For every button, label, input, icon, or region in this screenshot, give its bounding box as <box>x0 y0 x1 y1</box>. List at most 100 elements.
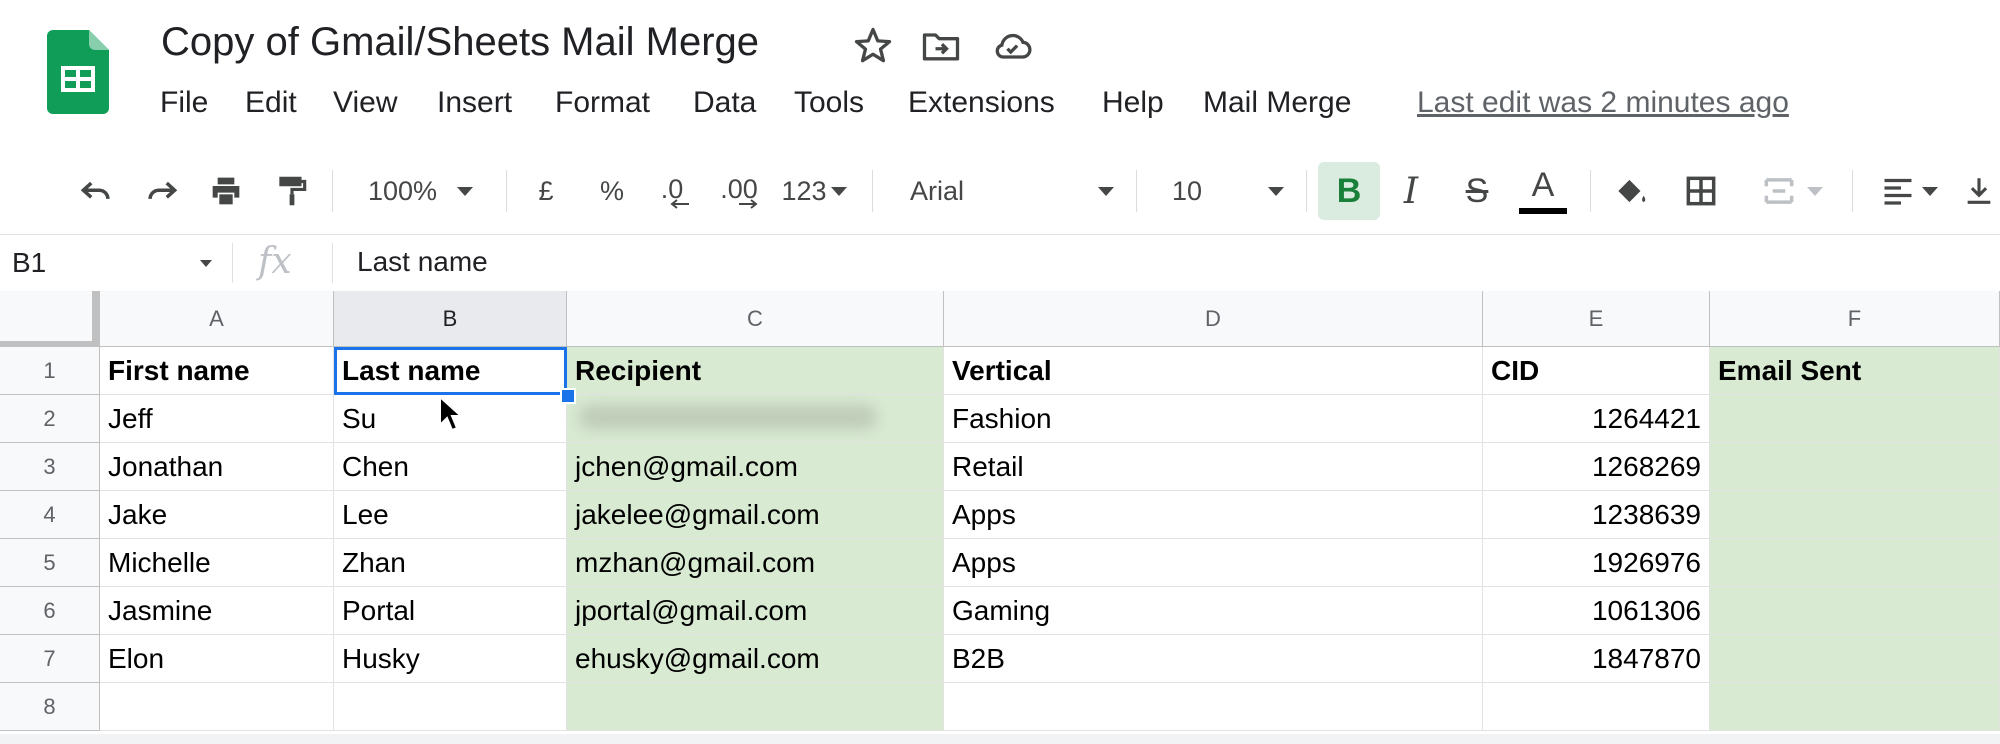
menu-mail-merge[interactable]: Mail Merge <box>1203 86 1351 120</box>
cell-c8[interactable] <box>567 683 944 731</box>
menu-file[interactable]: File <box>160 86 208 120</box>
print-button[interactable] <box>202 166 250 216</box>
cell-e7[interactable]: 1847870 <box>1483 635 1710 683</box>
strikethrough-button[interactable]: S <box>1452 166 1502 216</box>
cell-c5[interactable]: mzhan@gmail.com <box>567 539 944 587</box>
row-header-1[interactable]: 1 <box>0 347 100 395</box>
cell-a1[interactable]: First name <box>100 347 334 395</box>
column-header-a[interactable]: A <box>100 291 334 347</box>
row-header-3[interactable]: 3 <box>0 443 100 491</box>
font-size-select[interactable]: 10 <box>1152 166 1292 216</box>
cell-f4[interactable] <box>1710 491 2000 539</box>
menu-format[interactable]: Format <box>555 86 650 120</box>
cell-c3[interactable]: jchen@gmail.com <box>567 443 944 491</box>
cell-b3[interactable]: Chen <box>334 443 567 491</box>
cell-f7[interactable] <box>1710 635 2000 683</box>
menu-tools[interactable]: Tools <box>794 86 864 120</box>
cell-a4[interactable]: Jake <box>100 491 334 539</box>
fill-handle[interactable] <box>560 388 576 404</box>
column-header-b[interactable]: B <box>334 291 567 347</box>
select-all-corner[interactable] <box>0 291 100 347</box>
cell-f2[interactable] <box>1710 395 2000 443</box>
document-title[interactable]: Copy of Gmail/Sheets Mail Merge <box>161 20 759 65</box>
cell-b1[interactable]: Last name <box>334 347 567 395</box>
cell-f6[interactable] <box>1710 587 2000 635</box>
paint-format-button[interactable] <box>270 166 314 216</box>
increase-decimals-button[interactable]: .00 <box>714 166 764 216</box>
vertical-align-button[interactable] <box>1962 166 1998 216</box>
cell-b6[interactable]: Portal <box>334 587 567 635</box>
star-icon[interactable] <box>851 24 895 68</box>
cell-d1[interactable]: Vertical <box>944 347 1483 395</box>
cell-d6[interactable]: Gaming <box>944 587 1483 635</box>
column-header-c[interactable]: C <box>567 291 944 347</box>
cell-d5[interactable]: Apps <box>944 539 1483 587</box>
column-header-f[interactable]: F <box>1710 291 2000 347</box>
more-formats-button[interactable]: 123 <box>778 166 850 216</box>
zoom-select[interactable]: 100% <box>350 166 490 216</box>
formula-input[interactable]: Last name <box>357 246 488 278</box>
cell-b4[interactable]: Lee <box>334 491 567 539</box>
borders-button[interactable] <box>1676 166 1726 216</box>
cell-f3[interactable] <box>1710 443 2000 491</box>
cell-c6[interactable]: jportal@gmail.com <box>567 587 944 635</box>
row-header-2[interactable]: 2 <box>0 395 100 443</box>
cell-e4[interactable]: 1238639 <box>1483 491 1710 539</box>
merge-cells-button[interactable] <box>1746 166 1836 216</box>
cell-e8[interactable] <box>1483 683 1710 731</box>
horizontal-align-button[interactable] <box>1870 166 1948 216</box>
fill-color-button[interactable] <box>1606 166 1656 216</box>
cell-e6[interactable]: 1061306 <box>1483 587 1710 635</box>
cell-d3[interactable]: Retail <box>944 443 1483 491</box>
menu-edit[interactable]: Edit <box>245 86 297 120</box>
name-box[interactable]: B1 <box>12 247 46 279</box>
redo-button[interactable] <box>138 166 186 216</box>
row-header-5[interactable]: 5 <box>0 539 100 587</box>
row-header-7[interactable]: 7 <box>0 635 100 683</box>
cell-f5[interactable] <box>1710 539 2000 587</box>
row-header-6[interactable]: 6 <box>0 587 100 635</box>
menu-help[interactable]: Help <box>1102 86 1164 120</box>
menu-view[interactable]: View <box>333 86 397 120</box>
cell-a3[interactable]: Jonathan <box>100 443 334 491</box>
percent-format-button[interactable]: % <box>592 166 632 216</box>
sheets-logo-icon[interactable] <box>47 30 109 114</box>
chevron-down-icon[interactable] <box>200 260 212 267</box>
cell-d4[interactable]: Apps <box>944 491 1483 539</box>
column-header-d[interactable]: D <box>944 291 1483 347</box>
move-to-folder-icon[interactable] <box>919 24 963 68</box>
cell-f1[interactable]: Email Sent <box>1710 347 2000 395</box>
cell-e2[interactable]: 1264421 <box>1483 395 1710 443</box>
decrease-decimals-button[interactable]: .0 <box>650 166 694 216</box>
row-header-4[interactable]: 4 <box>0 491 100 539</box>
undo-button[interactable] <box>72 166 120 216</box>
cell-c1[interactable]: Recipient <box>567 347 944 395</box>
currency-format-button[interactable]: £ <box>526 166 566 216</box>
cell-d7[interactable]: B2B <box>944 635 1483 683</box>
cell-a7[interactable]: Elon <box>100 635 334 683</box>
cell-e1[interactable]: CID <box>1483 347 1710 395</box>
text-color-button[interactable]: A <box>1516 166 1570 216</box>
menu-insert[interactable]: Insert <box>437 86 512 120</box>
last-edit-link[interactable]: Last edit was 2 minutes ago <box>1417 86 1789 120</box>
cell-b8[interactable] <box>334 683 567 731</box>
cell-b5[interactable]: Zhan <box>334 539 567 587</box>
cell-d2[interactable]: Fashion <box>944 395 1483 443</box>
cell-c7[interactable]: ehusky@gmail.com <box>567 635 944 683</box>
font-select[interactable]: Arial <box>890 166 1122 216</box>
cell-a5[interactable]: Michelle <box>100 539 334 587</box>
cell-b7[interactable]: Husky <box>334 635 567 683</box>
menu-data[interactable]: Data <box>693 86 756 120</box>
column-header-e[interactable]: E <box>1483 291 1710 347</box>
italic-button[interactable]: I <box>1386 166 1436 216</box>
cell-d8[interactable] <box>944 683 1483 731</box>
cell-c4[interactable]: jakelee@gmail.com <box>567 491 944 539</box>
cell-a8[interactable] <box>100 683 334 731</box>
cell-a6[interactable]: Jasmine <box>100 587 334 635</box>
cell-e5[interactable]: 1926976 <box>1483 539 1710 587</box>
bold-button[interactable]: B <box>1318 162 1380 220</box>
menu-extensions[interactable]: Extensions <box>908 86 1055 120</box>
cell-f8[interactable] <box>1710 683 2000 731</box>
row-header-8[interactable]: 8 <box>0 683 100 731</box>
freeze-column-handle[interactable] <box>92 291 99 347</box>
